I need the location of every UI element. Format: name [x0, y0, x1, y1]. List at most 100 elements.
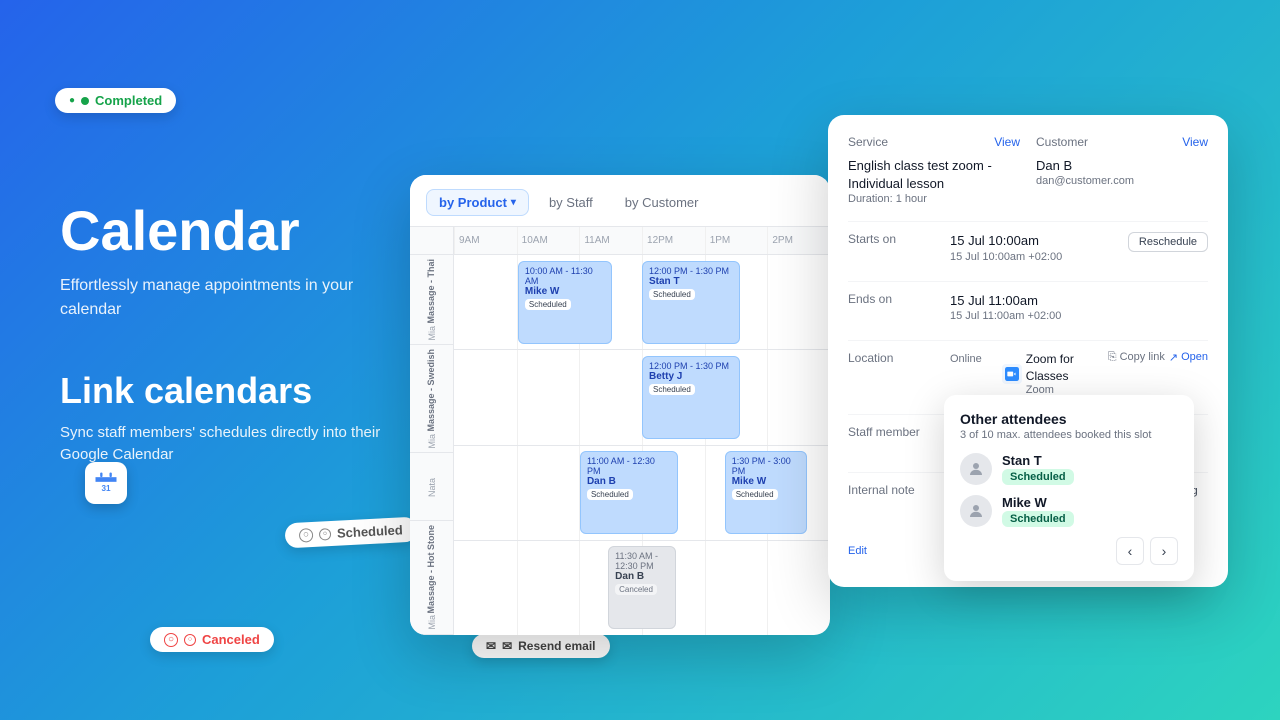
- appt-name: Mike W: [525, 286, 605, 297]
- time-header: 9AM 10AM 11AM 12PM 1PM 2PM: [454, 227, 830, 255]
- starts-on-section: Starts on 15 Jul 10:00am 15 Jul 10:00am …: [848, 221, 1208, 280]
- ends-on-row: Ends on 15 Jul 11:00am 15 Jul 11:00am +0…: [848, 292, 1208, 322]
- location-row: Location Online Zoom for Classes Zoom: [848, 351, 1208, 397]
- tab-by-product[interactable]: by Product ▾: [426, 189, 529, 216]
- hero-title: Calendar: [60, 200, 400, 262]
- svg-text:31: 31: [101, 484, 111, 493]
- external-link-icon: ↗: [1169, 351, 1178, 364]
- appt-mike-w-1[interactable]: 10:00 AM - 11:30 AM Mike W Scheduled: [518, 261, 612, 344]
- appt-time: 10:00 AM - 11:30 AM: [525, 266, 605, 286]
- attendee-avatar-stan: [960, 453, 992, 485]
- starts-on-date: 15 Jul 10:00am: [950, 232, 1116, 250]
- attendee-avatar-mike: [960, 495, 992, 527]
- attendee-name-mike: Mike W: [1002, 495, 1074, 510]
- internal-note-label: Internal note: [848, 483, 938, 497]
- location-label: Location: [848, 351, 938, 365]
- canceled-label: Canceled: [202, 632, 260, 647]
- reschedule-button[interactable]: Reschedule: [1128, 232, 1208, 252]
- appt-time: 11:00 AM - 12:30 PM: [587, 456, 671, 476]
- customer-view-link[interactable]: View: [1182, 135, 1208, 149]
- appt-status: Scheduled: [587, 489, 633, 500]
- copy-link-label: Copy link: [1120, 351, 1165, 363]
- grid-row-4: 11:30 AM - 12:30 PM Dan B Canceled: [454, 541, 830, 635]
- customer-col: Customer View Dan B dan@customer.com: [1036, 135, 1208, 205]
- service-col: Service View English class test zoom - I…: [848, 135, 1020, 205]
- service-name: English class test zoom - Individual les…: [848, 157, 1020, 193]
- service-customer-row: Service View English class test zoom - I…: [848, 135, 1208, 205]
- time-1pm: 1PM: [705, 227, 768, 254]
- prev-attendee-button[interactable]: ‹: [1116, 537, 1144, 565]
- time-10am: 10AM: [517, 227, 580, 254]
- scheduled-icon: ○: [319, 528, 332, 541]
- appt-name: Dan B: [615, 571, 669, 582]
- link-title: Link calendars: [60, 370, 400, 412]
- completed-label: Completed: [95, 93, 162, 108]
- resend-label: Resend email: [518, 639, 595, 653]
- service-duration: Duration: 1 hour: [848, 193, 1020, 205]
- appt-name: Betty J: [649, 371, 733, 382]
- location-platform: Zoom for Classes: [1026, 351, 1096, 385]
- starts-on-row: Starts on 15 Jul 10:00am 15 Jul 10:00am …: [848, 232, 1208, 262]
- time-12pm: 12PM: [642, 227, 705, 254]
- tab-by-customer[interactable]: by Customer: [613, 190, 711, 215]
- calendar-panel: by Product ▾ by Staff by Customer Massag…: [410, 175, 830, 635]
- attendees-popup: Other attendees 3 of 10 max. attendees b…: [944, 395, 1194, 581]
- time-9am: 9AM: [454, 227, 517, 254]
- canceled-icon: ○: [184, 634, 196, 646]
- appt-status: Scheduled: [732, 489, 778, 500]
- staff-label-nata: Nata: [410, 453, 453, 521]
- ends-on-label: Ends on: [848, 292, 938, 306]
- attendee-status-mike: Scheduled: [1002, 511, 1074, 527]
- scheduled-label: Scheduled: [337, 522, 403, 540]
- edit-note-button[interactable]: Edit: [848, 545, 867, 557]
- completed-dot: [81, 97, 89, 105]
- attendee-name-stan: Stan T: [1002, 453, 1074, 468]
- attendees-title: Other attendees: [960, 411, 1178, 427]
- envelope-icon: ✉: [502, 639, 512, 653]
- ends-on-date: 15 Jul 11:00am: [950, 292, 1208, 310]
- calendar-toolbar: by Product ▾ by Staff by Customer: [410, 175, 830, 227]
- chevron-down-icon: ▾: [511, 197, 516, 208]
- open-label: Open: [1181, 351, 1208, 363]
- open-link-button[interactable]: ↗ Open: [1169, 351, 1208, 364]
- staff-label-hotstone-mia: Massage - Hot Stone Mia: [410, 521, 453, 635]
- attendee-status-stan: Scheduled: [1002, 469, 1074, 485]
- time-2pm: 2PM: [767, 227, 830, 254]
- appt-status: Scheduled: [649, 289, 695, 300]
- calendar-grid-main: 9AM 10AM 11AM 12PM 1PM 2PM 10:0: [454, 227, 830, 635]
- location-type: Online: [950, 353, 982, 365]
- appt-dan-b-1[interactable]: 11:00 AM - 12:30 PM Dan B Scheduled: [580, 451, 678, 534]
- service-view-link[interactable]: View: [994, 135, 1020, 149]
- appt-dan-b-canceled[interactable]: 11:30 AM - 12:30 PM Dan B Canceled: [608, 546, 676, 629]
- staff-label-thai-mia: Massage - Thai Mia: [410, 255, 453, 345]
- appt-status: Scheduled: [649, 384, 695, 395]
- appt-betty-j[interactable]: 12:00 PM - 1:30 PM Betty J Scheduled: [642, 356, 740, 439]
- copy-icon: ⎘: [1108, 351, 1117, 364]
- appt-status: Scheduled: [525, 299, 571, 310]
- grid-row-2: 12:00 PM - 1:30 PM Betty J Scheduled: [454, 350, 830, 445]
- starts-on-label: Starts on: [848, 232, 938, 246]
- popup-nav-buttons: ‹ ›: [960, 537, 1178, 565]
- staff-member-label: Staff member: [848, 425, 938, 439]
- appt-time: 1:30 PM - 3:00 PM: [732, 456, 801, 476]
- resend-email-badge[interactable]: ✉ Resend email: [472, 634, 610, 658]
- next-attendee-button[interactable]: ›: [1150, 537, 1178, 565]
- google-calendar-icon: 31: [85, 462, 127, 504]
- copy-link-button[interactable]: ⎘ Copy link: [1108, 351, 1165, 364]
- tab-customer-label: by Customer: [625, 195, 699, 210]
- appt-time: 12:00 PM - 1:30 PM: [649, 361, 733, 371]
- customer-name: Dan B: [1036, 157, 1208, 175]
- appt-mike-w-2[interactable]: 1:30 PM - 3:00 PM Mike W Scheduled: [725, 451, 808, 534]
- tab-staff-label: by Staff: [549, 195, 593, 210]
- customer-label: Customer: [1036, 135, 1088, 149]
- appt-stan-t[interactable]: 12:00 PM - 1:30 PM Stan T Scheduled: [642, 261, 740, 344]
- attendee-row-mike: Mike W Scheduled: [960, 495, 1178, 527]
- starts-on-tz: 15 Jul 10:00am +02:00: [950, 251, 1116, 263]
- grid-rows: 10:00 AM - 11:30 AM Mike W Scheduled 12:…: [454, 255, 830, 635]
- service-label: Service: [848, 135, 888, 149]
- tab-by-staff[interactable]: by Staff: [537, 190, 605, 215]
- appt-time: 11:30 AM - 12:30 PM: [615, 551, 669, 571]
- ends-on-tz: 15 Jul 11:00am +02:00: [950, 310, 1208, 322]
- time-11am: 11AM: [579, 227, 642, 254]
- staff-label-swedish-mia: Massage - Swedish Mia: [410, 345, 453, 453]
